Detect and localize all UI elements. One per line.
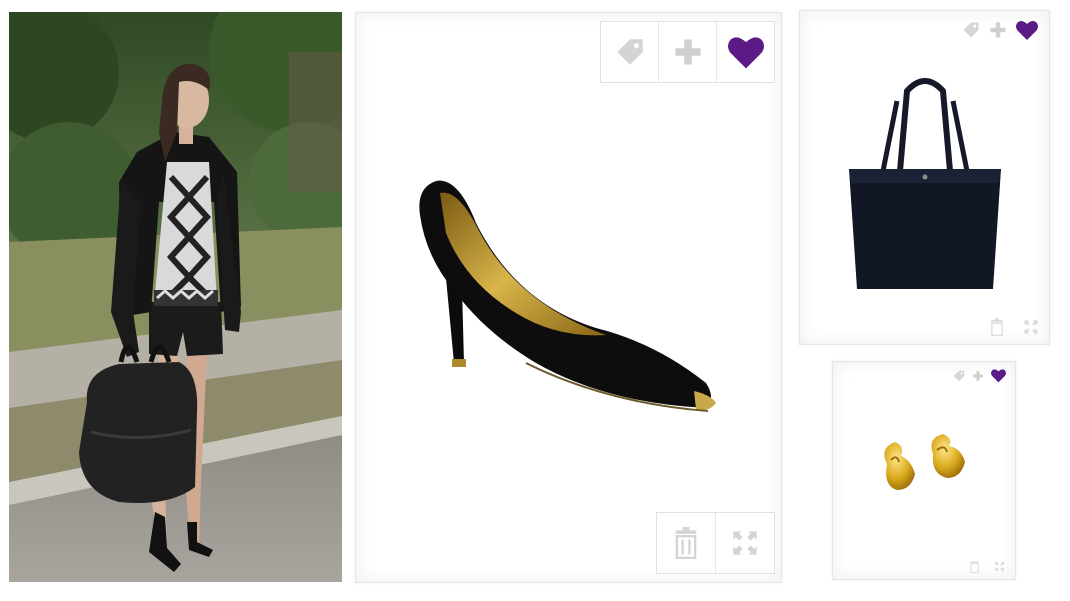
delete-button[interactable] xyxy=(657,513,715,573)
tag-icon xyxy=(616,39,643,65)
card-toolbar xyxy=(952,368,1007,383)
pump-image xyxy=(419,180,716,412)
product-card-tote[interactable] xyxy=(799,10,1050,345)
card-bottombar xyxy=(656,512,775,574)
heart-icon xyxy=(727,37,764,69)
expand-button[interactable] xyxy=(994,561,1005,572)
card-bottombar xyxy=(989,318,1039,336)
add-button[interactable] xyxy=(989,21,1007,39)
tag-button[interactable] xyxy=(952,369,966,383)
add-button[interactable] xyxy=(658,22,716,82)
tag-icon xyxy=(953,370,965,381)
plus-icon xyxy=(990,22,1006,38)
heart-icon xyxy=(991,369,1006,383)
expand-icon xyxy=(1024,320,1038,334)
favorite-button[interactable] xyxy=(990,368,1007,383)
expand-button[interactable] xyxy=(715,513,774,573)
tag-button[interactable] xyxy=(961,20,981,40)
delete-button[interactable] xyxy=(989,318,1005,336)
product-card-earrings[interactable] xyxy=(832,361,1016,580)
heart-icon xyxy=(1016,21,1038,40)
favorite-button[interactable] xyxy=(1015,19,1039,41)
plus-icon xyxy=(675,39,700,65)
expand-button[interactable] xyxy=(1023,319,1039,335)
tote-bag-image xyxy=(849,78,1001,289)
trash-icon xyxy=(970,561,979,573)
earrings-image xyxy=(884,434,965,490)
outfit-photo xyxy=(9,12,342,582)
tag-button[interactable] xyxy=(601,22,658,82)
card-bottombar xyxy=(969,560,1005,573)
product-card-pump[interactable] xyxy=(355,12,782,583)
favorite-button[interactable] xyxy=(716,22,774,82)
expand-icon xyxy=(733,531,757,555)
add-button[interactable] xyxy=(972,370,984,382)
tag-icon xyxy=(963,22,979,38)
trash-icon xyxy=(675,527,697,559)
outfit-photo-illustration xyxy=(9,12,342,582)
expand-icon xyxy=(994,561,1005,572)
trash-icon xyxy=(991,318,1003,336)
delete-button[interactable] xyxy=(969,560,980,573)
card-toolbar xyxy=(600,21,775,83)
plus-icon xyxy=(973,370,983,381)
card-toolbar xyxy=(961,19,1039,41)
